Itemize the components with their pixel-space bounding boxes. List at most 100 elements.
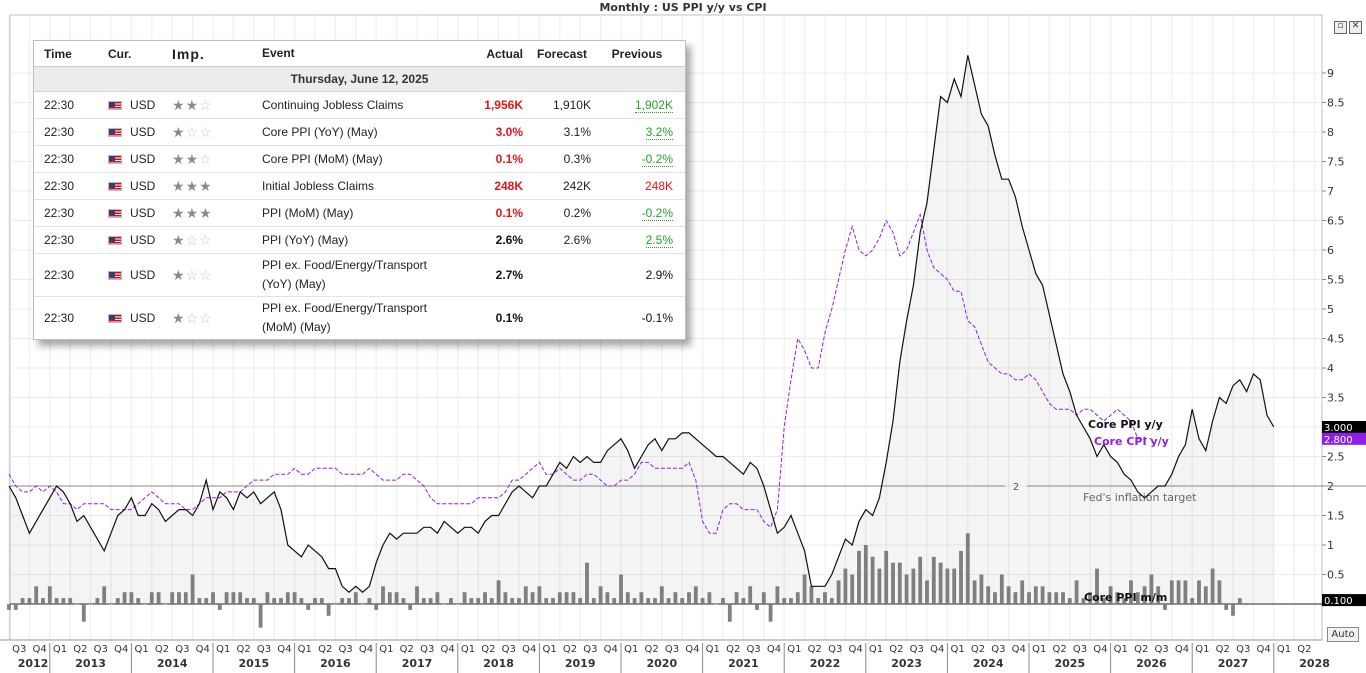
calendar-row[interactable]: 22:30 USD ★★☆ Core PPI (MoM) (May) 0.1% 0.3% -…: [34, 146, 685, 173]
x-quarter-label: Q4: [1012, 644, 1026, 655]
x-quarter-label: Q4: [1093, 644, 1107, 655]
star-icon: ★: [185, 204, 200, 221]
importance-stars: ★★★: [172, 205, 262, 222]
event-previous: 1,902K: [634, 98, 673, 113]
calendar-row[interactable]: 22:30 USD ★★★ PPI (MoM) (May) 0.1% 0.2% -0.2%: [34, 200, 685, 227]
calendar-row[interactable]: 22:30 USD ★★☆ Continuing Jobless Claims 1,95…: [34, 92, 685, 119]
restore-icon[interactable]: ▫: [1334, 21, 1347, 34]
core-ppi-series-label: Core PPI y/y: [1088, 418, 1163, 431]
x-quarter-label: Q2: [236, 644, 250, 655]
x-quarter-label: Q1: [950, 644, 964, 655]
event-previous-cell: -0.2%: [591, 206, 673, 221]
event-name[interactable]: PPI ex. Food/Energy/Transport (YoY) (May): [262, 256, 448, 294]
event-previous-cell: -0.1%: [591, 311, 673, 325]
y-tick-label: 1: [1327, 539, 1334, 552]
x-quarter-label: Q2: [563, 644, 577, 655]
x-quarter-label: Q3: [746, 644, 760, 655]
economic-calendar-panel: Time Cur. Imp. Event Actual Forecast Pre…: [33, 40, 686, 340]
star-icon: ★: [199, 204, 213, 221]
star-icon: ☆: [185, 266, 200, 283]
calendar-row[interactable]: 22:30 USD ★★★ Initial Jobless Claims 248K 242…: [34, 173, 685, 200]
y-tick-label: 5.5: [1327, 274, 1345, 287]
x-quarter-label: Q1: [379, 644, 393, 655]
ppi-mm-bar: [714, 604, 719, 605]
x-year-label: 2027: [1218, 657, 1249, 670]
star-icon: ☆: [199, 266, 213, 283]
event-name[interactable]: Core PPI (YoY) (May): [262, 123, 448, 142]
x-quarter-label: Q4: [604, 644, 618, 655]
calendar-row[interactable]: 22:30 USD ★☆☆ PPI (YoY) (May) 2.6% 2.6% 2.5%: [34, 227, 685, 254]
x-year-label: 2026: [1136, 657, 1167, 670]
x-quarter-label: Q2: [1134, 644, 1148, 655]
x-year-label: 2018: [483, 657, 514, 670]
x-quarter-label: Q1: [53, 644, 67, 655]
star-icon: ☆: [185, 231, 200, 248]
header-currency[interactable]: Cur.: [108, 47, 172, 61]
importance-stars: ★★☆: [172, 97, 262, 114]
x-quarter-label: Q1: [542, 644, 556, 655]
event-name-line: (MoM) (May): [262, 320, 331, 334]
x-year-label: 2021: [728, 657, 759, 670]
importance-stars: ★☆☆: [172, 267, 262, 284]
x-quarter-label: Q2: [971, 644, 985, 655]
event-name[interactable]: PPI ex. Food/Energy/Transport (MoM) (May): [262, 299, 448, 337]
event-name[interactable]: Initial Jobless Claims: [262, 177, 448, 196]
importance-stars: ★☆☆: [172, 232, 262, 249]
ppi-mm-bar: [326, 604, 331, 616]
ppi-mm-bar: [455, 604, 460, 605]
event-currency: USD: [108, 233, 172, 247]
auto-scale-button[interactable]: Auto: [1327, 627, 1359, 642]
x-quarter-label: Q2: [318, 644, 332, 655]
calendar-row[interactable]: 22:30 USD ★☆☆ PPI ex. Food/Energy/Transport…: [34, 254, 685, 297]
star-icon: ★: [172, 204, 186, 221]
y-tick-label: 9: [1327, 67, 1334, 80]
event-currency: USD: [108, 98, 172, 112]
x-quarter-label: Q3: [420, 644, 434, 655]
header-actual[interactable]: Actual: [448, 47, 523, 61]
star-icon: ★: [185, 177, 200, 194]
ppi-mm-bar: [75, 604, 79, 605]
y-tick-label: 0.5: [1327, 569, 1345, 582]
event-time: 22:30: [44, 98, 75, 112]
x-year-label: 2022: [810, 657, 841, 670]
event-forecast: 3.1%: [563, 125, 591, 139]
star-icon: ☆: [199, 150, 213, 167]
header-time[interactable]: Time: [34, 47, 108, 61]
window-controls: ▫ ✕: [1332, 20, 1362, 34]
event-previous: -0.2%: [641, 152, 673, 167]
event-name[interactable]: PPI (YoY) (May): [262, 231, 448, 250]
close-icon[interactable]: ✕: [1349, 21, 1362, 34]
x-quarter-label: Q1: [706, 644, 720, 655]
event-name[interactable]: Continuing Jobless Claims: [262, 96, 448, 115]
x-quarter-label: Q3: [257, 644, 271, 655]
y-tick-label: 2.5: [1327, 451, 1345, 464]
x-quarter-label: Q1: [624, 644, 638, 655]
event-name[interactable]: Core PPI (MoM) (May): [262, 150, 448, 169]
us-flag-icon: [108, 313, 122, 323]
calendar-row[interactable]: 22:30 USD ★☆☆ PPI ex. Food/Energy/Transport…: [34, 297, 685, 339]
core-ppi-last-value: 3.000: [1324, 423, 1353, 434]
event-forecast: 0.2%: [563, 206, 591, 220]
x-quarter-label: Q1: [216, 644, 230, 655]
x-quarter-label: Q4: [32, 644, 46, 655]
ppi-mm-bar: [258, 604, 263, 628]
x-quarter-label: Q3: [338, 644, 352, 655]
header-previous[interactable]: Previous: [601, 47, 673, 61]
header-event[interactable]: Event: [262, 44, 448, 63]
currency-code: USD: [130, 98, 156, 112]
x-quarter-label: Q4: [1175, 644, 1189, 655]
star-icon: ★: [199, 177, 213, 194]
event-name[interactable]: PPI (MoM) (May): [262, 204, 448, 223]
event-actual: 0.1%: [495, 311, 523, 325]
ppi-mm-bar: [163, 604, 168, 605]
event-time: 22:30: [44, 125, 75, 139]
header-forecast[interactable]: Forecast: [523, 47, 601, 61]
calendar-row[interactable]: 22:30 USD ★☆☆ Core PPI (YoY) (May) 3.0% 3.1% 3…: [34, 119, 685, 146]
event-actual: 0.1%: [495, 206, 523, 220]
x-quarter-label: Q2: [400, 644, 414, 655]
x-quarter-label: Q2: [73, 644, 87, 655]
event-name-line: PPI (MoM) (May): [262, 205, 354, 220]
us-flag-icon: [108, 100, 122, 110]
x-quarter-label: Q1: [1032, 644, 1046, 655]
header-importance[interactable]: Imp.: [172, 46, 262, 62]
